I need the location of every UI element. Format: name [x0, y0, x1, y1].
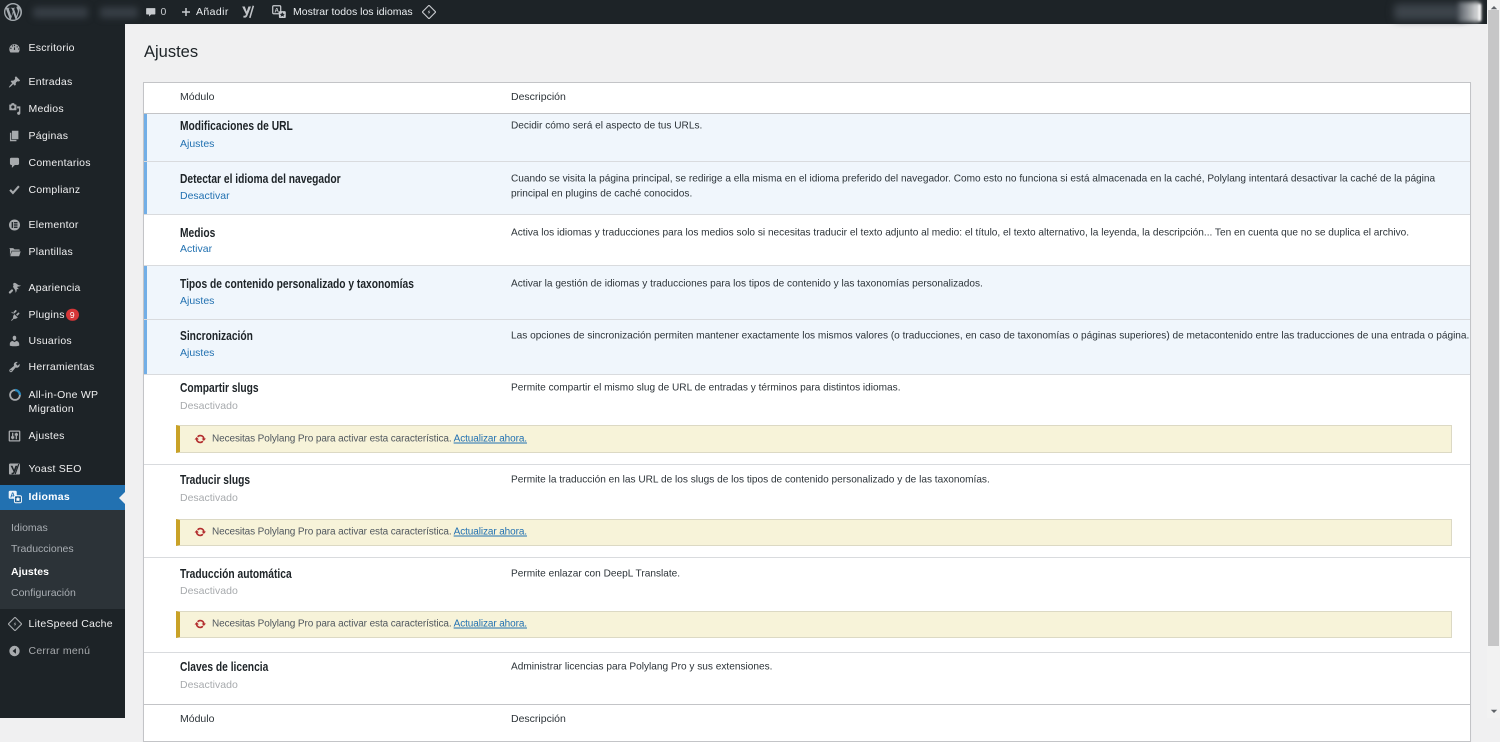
svg-text:A: A [274, 7, 279, 14]
